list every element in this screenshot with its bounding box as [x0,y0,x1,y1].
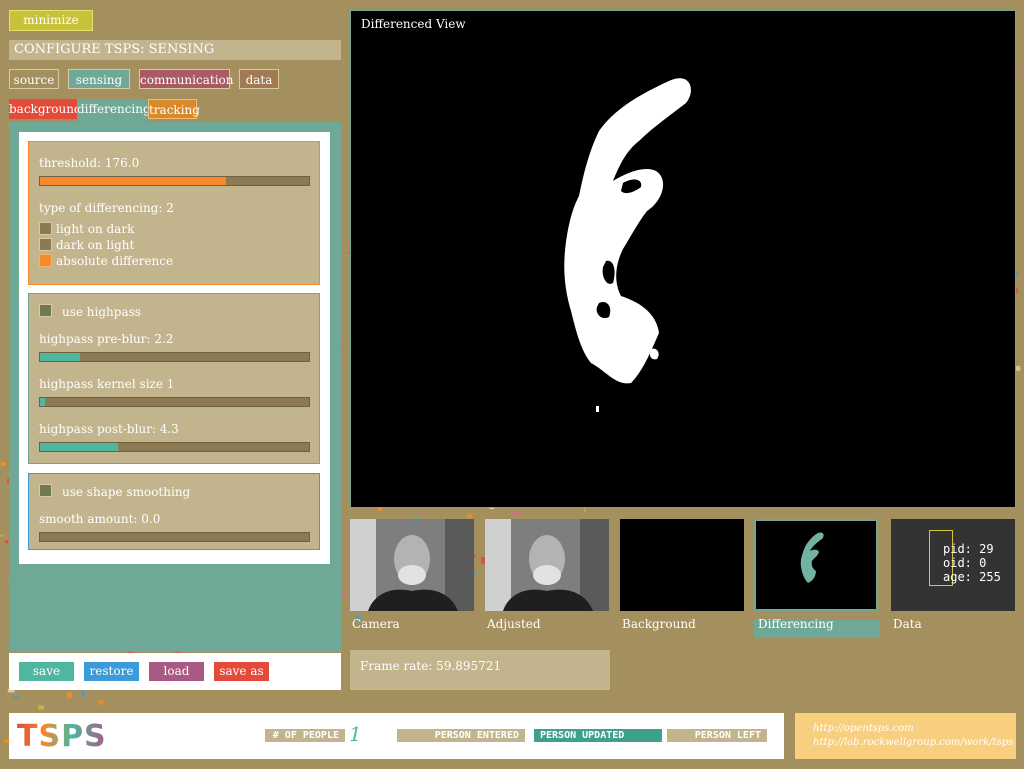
dark-on-light-label: dark on light [56,238,135,252]
light-on-dark-label: light on dark [56,222,135,236]
tab-communication[interactable]: communication [139,69,234,89]
actions-bar: save restore load save as [9,653,341,690]
tab-source[interactable]: source [9,69,59,89]
age-text: age: 255 [943,570,1001,584]
absolute-difference-label: absolute difference [56,254,174,268]
light-on-dark-checkbox[interactable] [39,222,52,235]
smooth-amount-label: smooth amount: 0.0 [39,512,161,526]
footer-links: http://opentsps.com http://lab.rockwellg… [795,713,1016,759]
differencing-thumbnail[interactable] [754,519,878,611]
config-title: CONFIGURE TSPS: SENSING [9,40,341,60]
differencing-group: threshold: 176.0 type of differencing: 2… [28,141,320,285]
tab-sensing[interactable]: sensing [68,69,130,89]
save-button[interactable]: save [19,662,74,681]
people-count-value: 1 [349,722,362,746]
person-entered-indicator: PERSON ENTERED [397,729,525,742]
data-label: Data [893,617,922,631]
subtab-background[interactable]: background [9,99,82,119]
person-image [350,519,474,611]
oid-text: oid: 0 [943,556,987,570]
tsps-logo: TSPS [17,719,107,754]
subtab-tracking[interactable]: tracking [148,99,200,119]
data-thumbnail[interactable]: pid: 29 oid: 0 age: 255 [891,519,1015,611]
tab-data[interactable]: data [239,69,279,89]
minimize-button[interactable]: minimize [9,10,93,31]
rockwell-link[interactable]: http://lab.rockwellgroup.com/work/tsps [813,736,1016,750]
highpass-kernel-label: highpass kernel size 1 [39,377,175,391]
camera-label: Camera [352,617,400,631]
smooth-amount-slider[interactable] [39,532,310,542]
load-button[interactable]: load [149,662,204,681]
differencing-type-label: type of differencing: 2 [39,201,174,215]
people-count-label: # OF PEOPLE [265,729,345,742]
threshold-label: threshold: 176.0 [39,156,140,170]
highpass-kernel-slider[interactable] [39,397,310,407]
adjusted-thumbnail[interactable] [485,519,609,611]
subtab-differencing[interactable]: differencing [77,99,151,123]
use-shape-smoothing-label: use shape smoothing [62,485,191,499]
person-image [485,519,609,611]
settings-inner: threshold: 176.0 type of differencing: 2… [19,132,330,564]
camera-thumbnail[interactable] [350,519,474,611]
person-left-indicator: PERSON LEFT [667,729,767,742]
background-label: Background [622,617,696,631]
use-shape-smoothing-checkbox[interactable] [39,484,52,497]
absolute-difference-checkbox[interactable] [39,254,52,267]
highpass-group: use highpass highpass pre-blur: 2.2 high… [28,293,320,464]
highpass-postblur-slider[interactable] [39,442,310,452]
dark-on-light-checkbox[interactable] [39,238,52,251]
threshold-slider[interactable] [39,176,310,186]
highpass-preblur-slider[interactable] [39,352,310,362]
smoothing-group: use shape smoothing smooth amount: 0.0 [28,473,320,550]
save-as-button[interactable]: save as [214,662,269,681]
silhouette-image [564,78,691,412]
use-highpass-checkbox[interactable] [39,304,52,317]
restore-button[interactable]: restore [84,662,139,681]
adjusted-label: Adjusted [487,617,541,631]
background-thumbnail[interactable] [620,519,744,611]
person-updated-indicator: PERSON UPDATED [534,729,662,742]
use-highpass-label: use highpass [62,305,141,319]
differenced-view: Differenced View [350,10,1016,508]
tsps-logo-text: TSPS [17,719,107,754]
differencing-label: Differencing [758,617,834,631]
opentsps-link[interactable]: http://opentsps.com [813,722,1016,736]
highpass-preblur-label: highpass pre-blur: 2.2 [39,332,174,346]
pid-text: pid: 29 [943,542,994,556]
highpass-postblur-label: highpass post-blur: 4.3 [39,422,179,436]
silhouette-image [800,532,824,583]
footer-bar: TSPS # OF PEOPLE 1 PERSON ENTERED PERSON… [9,713,784,759]
frame-rate: Frame rate: 59.895721 [350,650,610,690]
